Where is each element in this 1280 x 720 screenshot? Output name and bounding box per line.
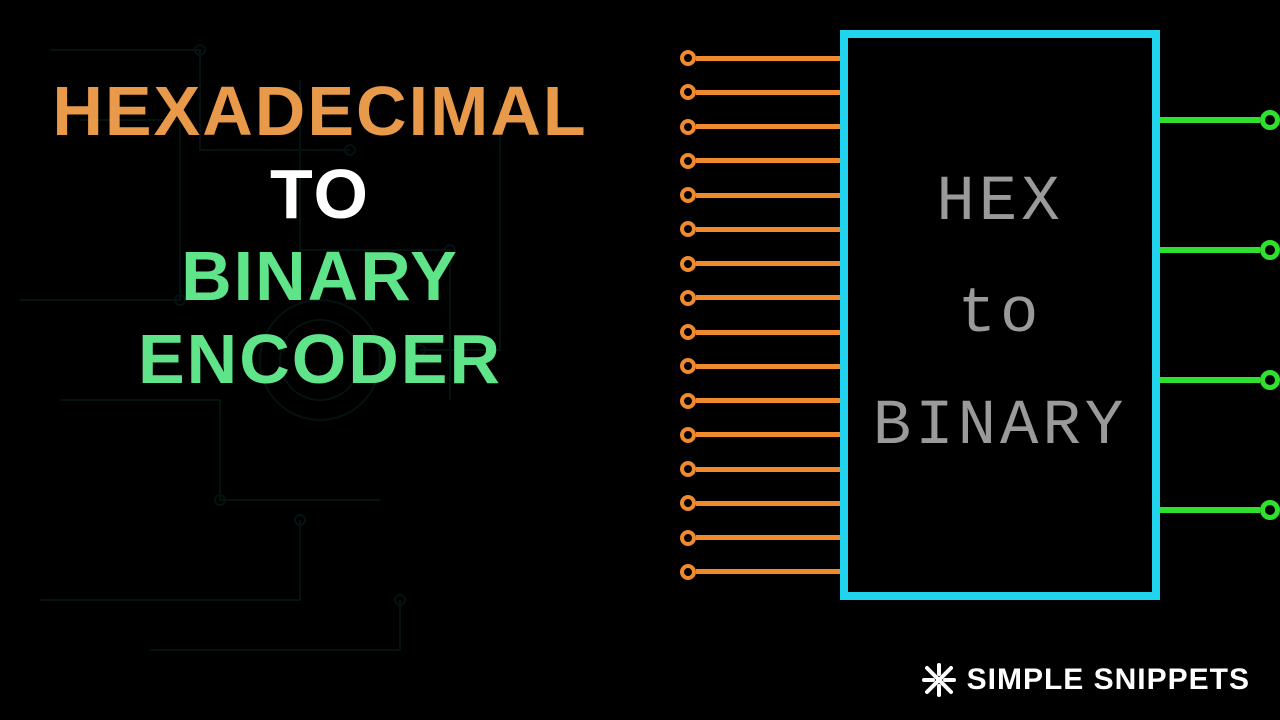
output-terminal-icon — [1260, 500, 1280, 520]
output-terminal-icon — [1260, 110, 1280, 130]
input-terminal-icon — [680, 221, 696, 237]
input-line — [680, 187, 840, 203]
input-line — [680, 119, 840, 135]
encoder-diagram: HEX to BINARY — [640, 30, 1280, 650]
input-wire — [696, 432, 840, 437]
input-line — [680, 564, 840, 580]
input-terminal-icon — [680, 427, 696, 443]
title-line-4: ENCODER — [40, 318, 600, 401]
input-line — [680, 461, 840, 477]
input-wire — [696, 501, 840, 506]
chip-label-2: to — [958, 279, 1043, 351]
input-line — [680, 290, 840, 306]
brand-name: SIMPLE SNIPPETS — [967, 663, 1250, 697]
input-wire — [696, 124, 840, 129]
input-terminal-icon — [680, 119, 696, 135]
output-terminal-icon — [1260, 370, 1280, 390]
input-terminal-icon — [680, 187, 696, 203]
input-line — [680, 427, 840, 443]
input-line — [680, 221, 840, 237]
output-wire — [1160, 247, 1260, 253]
input-line — [680, 393, 840, 409]
input-terminal-icon — [680, 530, 696, 546]
input-wire — [696, 467, 840, 472]
input-line — [680, 256, 840, 272]
chip-label-1: HEX — [936, 167, 1063, 239]
input-line — [680, 358, 840, 374]
input-line — [680, 84, 840, 100]
output-wire — [1160, 507, 1260, 513]
input-line — [680, 50, 840, 66]
input-line — [680, 153, 840, 169]
input-wire — [696, 90, 840, 95]
input-terminal-icon — [680, 153, 696, 169]
input-terminal-icon — [680, 50, 696, 66]
input-line — [680, 324, 840, 340]
brand-logo: SIMPLE SNIPPETS — [921, 662, 1250, 698]
encoder-chip: HEX to BINARY — [840, 30, 1160, 600]
output-line — [1160, 370, 1280, 390]
input-wire — [696, 158, 840, 163]
title-line-1: HEXADECIMAL — [40, 70, 600, 153]
input-line — [680, 495, 840, 511]
title-line-3: BINARY — [40, 235, 600, 318]
input-wire — [696, 56, 840, 61]
input-wire — [696, 364, 840, 369]
input-terminal-icon — [680, 564, 696, 580]
input-wire — [696, 295, 840, 300]
input-lines — [680, 50, 840, 580]
output-terminal-icon — [1260, 240, 1280, 260]
input-terminal-icon — [680, 393, 696, 409]
cross-star-icon — [921, 662, 957, 698]
input-line — [680, 530, 840, 546]
output-line — [1160, 500, 1280, 520]
input-wire — [696, 330, 840, 335]
output-wire — [1160, 377, 1260, 383]
chip-label-3: BINARY — [873, 391, 1127, 463]
input-wire — [696, 193, 840, 198]
input-wire — [696, 398, 840, 403]
title-line-2: TO — [40, 153, 600, 236]
output-line — [1160, 110, 1280, 130]
input-terminal-icon — [680, 256, 696, 272]
output-line — [1160, 240, 1280, 260]
input-terminal-icon — [680, 461, 696, 477]
input-wire — [696, 569, 840, 574]
input-terminal-icon — [680, 324, 696, 340]
input-wire — [696, 261, 840, 266]
input-terminal-icon — [680, 290, 696, 306]
output-lines — [1160, 110, 1280, 520]
input-wire — [696, 535, 840, 540]
page-title: HEXADECIMAL TO BINARY ENCODER — [40, 70, 600, 400]
input-terminal-icon — [680, 84, 696, 100]
input-wire — [696, 227, 840, 232]
output-wire — [1160, 117, 1260, 123]
input-terminal-icon — [680, 495, 696, 511]
input-terminal-icon — [680, 358, 696, 374]
